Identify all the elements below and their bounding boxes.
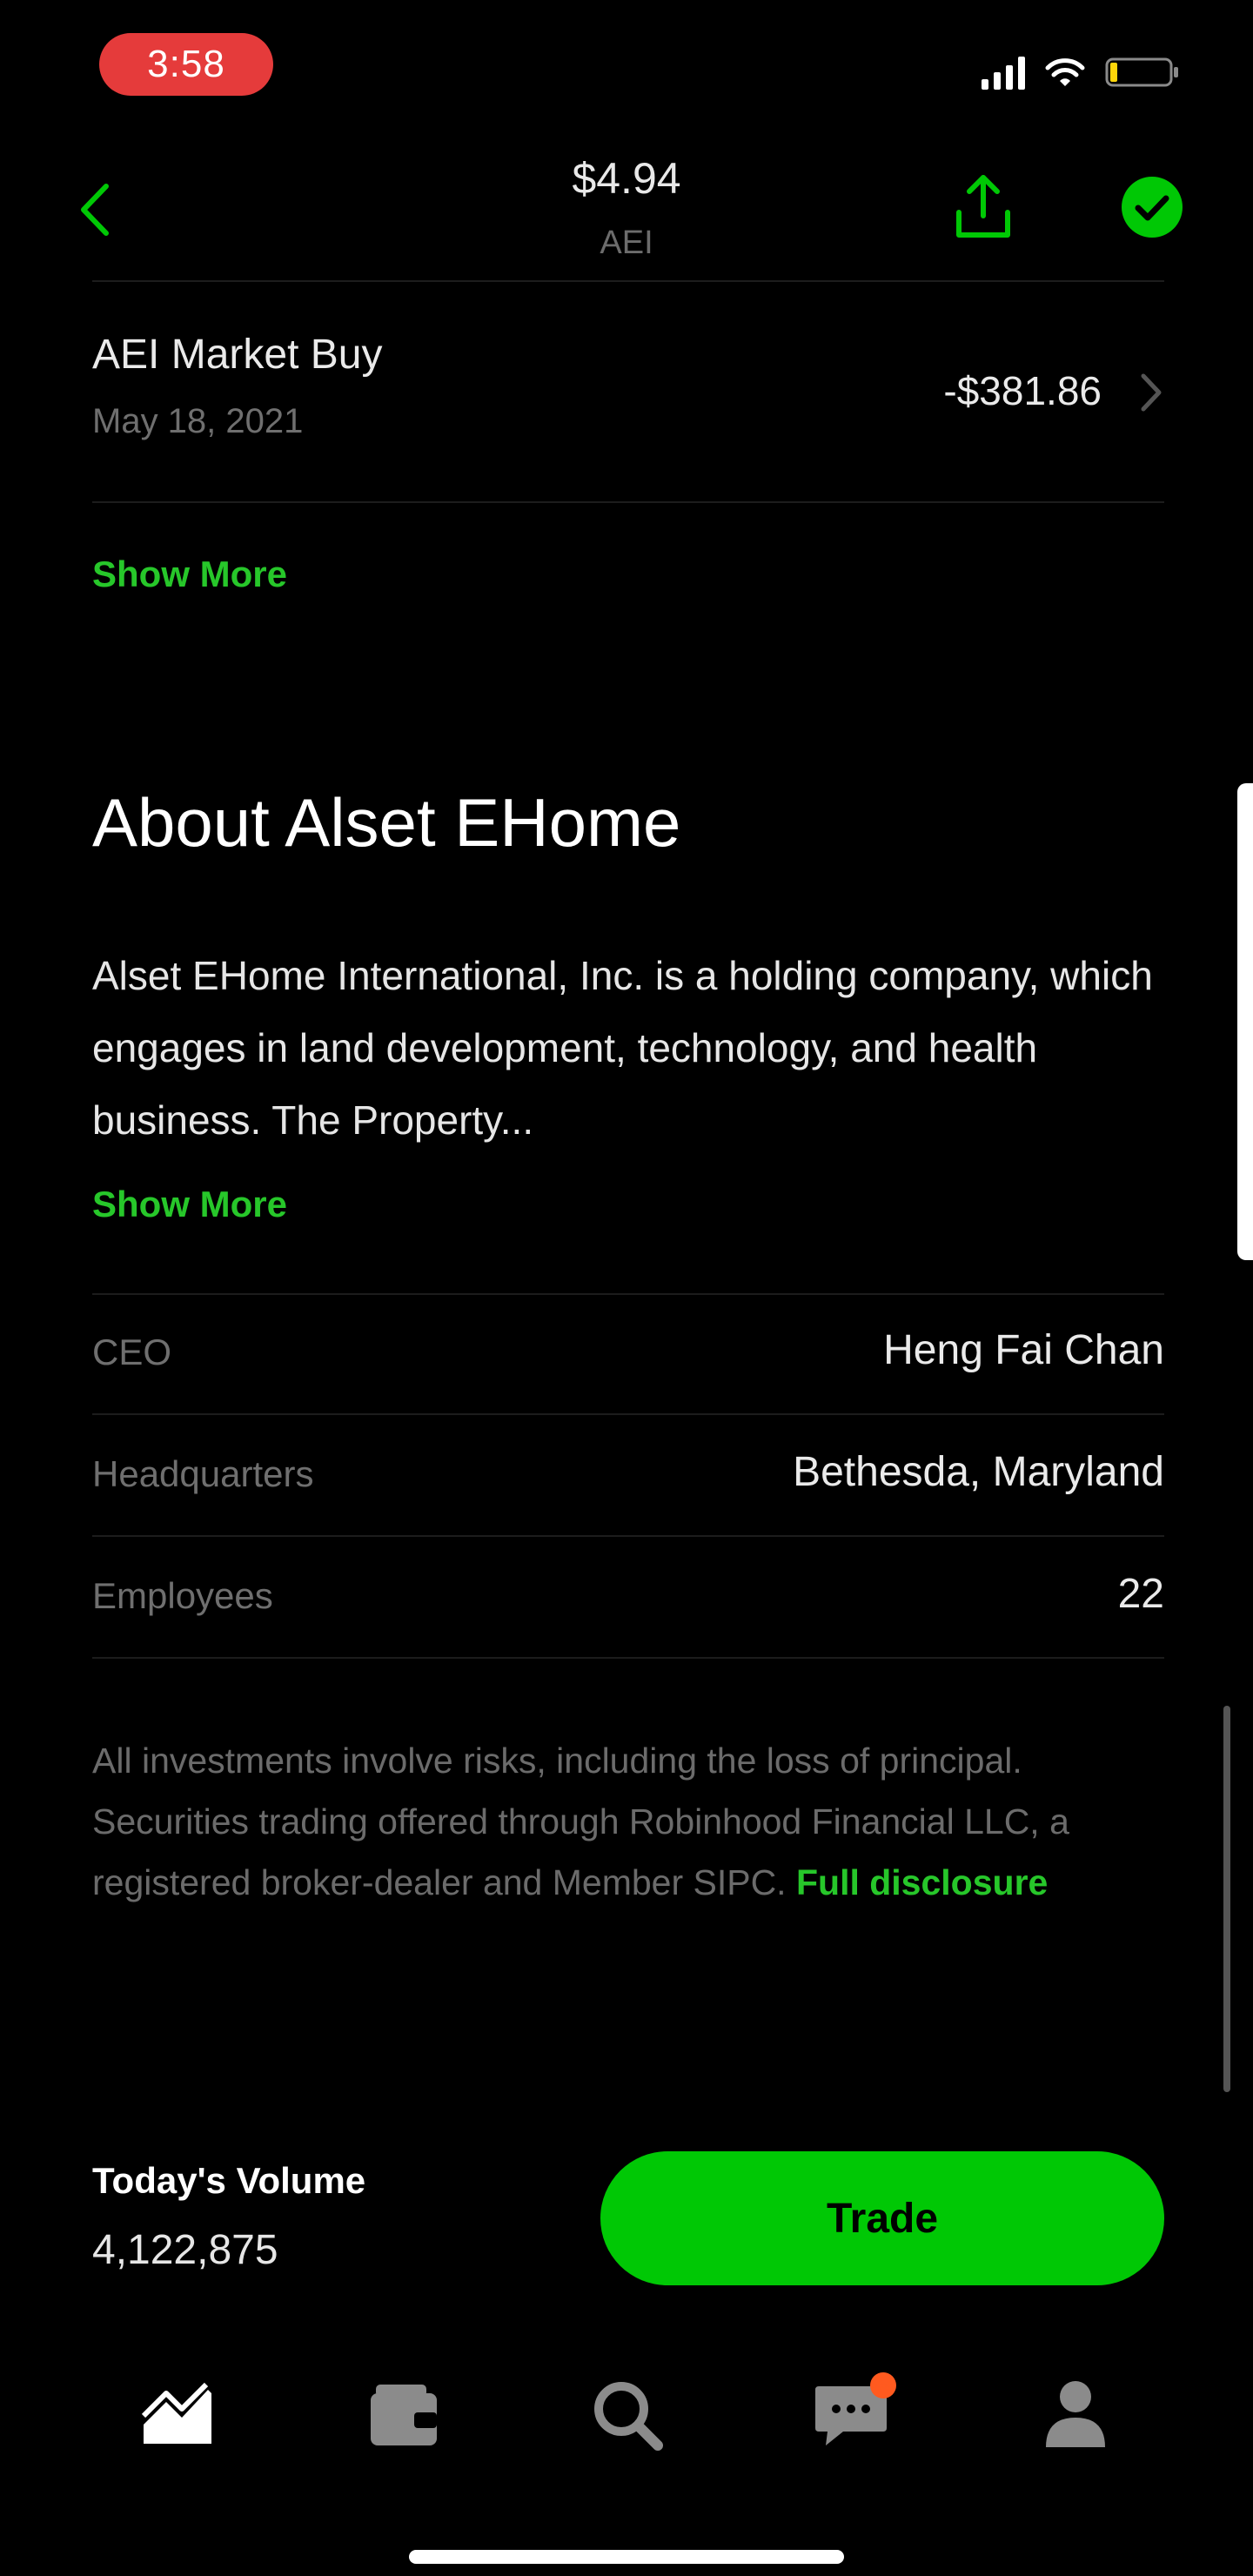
scrollbar[interactable]: [1223, 1706, 1230, 2092]
search-icon: [594, 2382, 663, 2451]
info-value: 22: [1117, 1571, 1164, 1617]
status-time: 3:58: [99, 33, 273, 96]
tab-account[interactable]: [1032, 2371, 1119, 2458]
status-icons: [982, 50, 1180, 94]
side-scroll-tab[interactable]: [1237, 783, 1253, 1260]
share-icon[interactable]: [954, 172, 1013, 242]
chart-icon: [141, 2382, 211, 2444]
info-value: Heng Fai Chan: [883, 1327, 1164, 1373]
account-icon: [1046, 2381, 1105, 2447]
tab-cash[interactable]: [360, 2371, 447, 2458]
about-description: Alset EHome International, Inc. is a hol…: [92, 953, 1153, 1143]
info-label: CEO: [92, 1332, 172, 1372]
divider: [92, 501, 1164, 503]
info-label: Employees: [92, 1575, 273, 1616]
battery-icon: [1105, 57, 1178, 87]
show-more-history-link[interactable]: Show More: [92, 553, 287, 595]
stock-header: $4.94 AEI: [0, 131, 1253, 278]
info-row-headquarters: Headquarters Bethesda, Maryland: [92, 1415, 1164, 1535]
show-more-about-link[interactable]: Show More: [92, 1184, 287, 1225]
status-bar: 3:58: [0, 0, 1253, 131]
info-label: Headquarters: [92, 1453, 314, 1494]
volume-value: 4,122,875: [92, 2227, 278, 2273]
transaction-title: AEI Market Buy: [92, 332, 383, 378]
info-row-employees: Employees 22: [92, 1537, 1164, 1657]
about-title: About Alset EHome: [92, 784, 681, 861]
cellular-signal-icon: [982, 55, 1025, 90]
chevron-right-icon: [1141, 373, 1162, 412]
tab-investing[interactable]: [134, 2371, 221, 2458]
check-circle-icon[interactable]: [1121, 176, 1183, 238]
disclaimer: All investments involve risks, including…: [92, 1730, 1163, 1913]
divider: [92, 1657, 1164, 1659]
home-indicator[interactable]: [409, 2550, 844, 2564]
divider: [92, 280, 1164, 282]
transaction-amount: -$381.86: [943, 368, 1102, 413]
transaction-date: May 18, 2021: [92, 402, 304, 440]
header-symbol: AEI: [600, 225, 653, 261]
info-row-ceo: CEO Heng Fai Chan: [92, 1293, 1164, 1413]
wallet-icon: [371, 2385, 437, 2445]
volume-label: Today's Volume: [92, 2160, 366, 2201]
wifi-icon: [1045, 58, 1085, 86]
info-value: Bethesda, Maryland: [793, 1449, 1164, 1495]
notification-badge: [870, 2372, 896, 2398]
tab-bar: [0, 2350, 1253, 2506]
transaction-row[interactable]: AEI Market Buy May 18, 2021 -$381.86: [92, 313, 1189, 487]
tab-search[interactable]: [583, 2371, 670, 2458]
trade-button[interactable]: Trade: [600, 2151, 1164, 2285]
full-disclosure-link[interactable]: Full disclosure: [796, 1862, 1048, 1902]
header-price: $4.94: [572, 154, 681, 203]
